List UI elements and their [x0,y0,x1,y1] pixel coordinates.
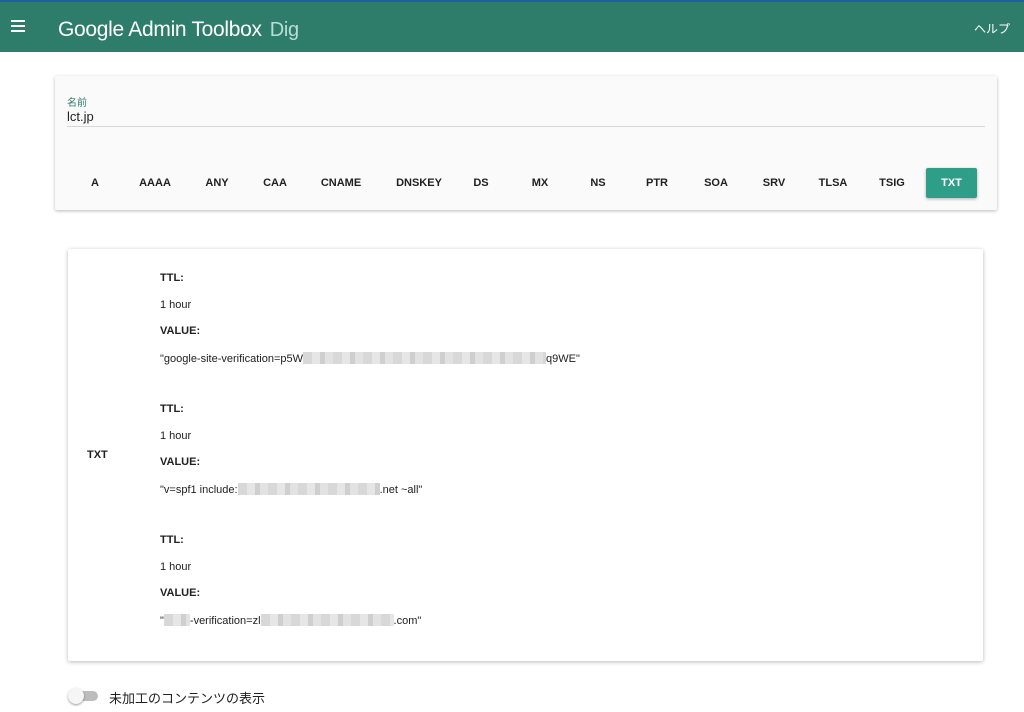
help-link[interactable]: ヘルプ [974,20,1010,37]
redacted-region [237,483,380,495]
record-value-end: .com" [393,615,422,627]
type-button-mx[interactable]: MX [514,168,566,198]
record-value-end: .net ~all" [379,484,423,496]
result-card: TXT TTL: 1 hour VALUE: "google-site-veri… [68,249,983,661]
app-bar: Google Admin Toolbox Dig ヘルプ [0,0,1024,52]
type-button-caa[interactable]: CAA [249,168,301,198]
name-input[interactable] [67,107,985,127]
type-button-ns[interactable]: NS [572,168,624,198]
type-button-dnskey[interactable]: DNSKEY [382,168,456,198]
ttl-value: 1 hour [160,299,192,311]
app-subtitle: Dig [269,19,299,41]
app-title: Google Admin Toolbox Dig [58,18,299,42]
type-button-tlsa[interactable]: TLSA [807,168,859,198]
app-title-text: Google Admin Toolbox [58,18,262,41]
type-button-txt[interactable]: TXT [926,168,977,198]
record-value: "google-site-verification=p5W q9WE" [160,352,580,365]
type-button-ptr[interactable]: PTR [631,168,683,198]
result-record-type: TXT [87,449,108,461]
type-button-a[interactable]: A [69,168,121,198]
type-button-aaaa[interactable]: AAAA [127,168,183,198]
type-button-cname[interactable]: CNAME [306,168,376,198]
raw-content-toggle[interactable] [68,688,98,704]
menu-icon[interactable] [8,14,30,36]
type-button-soa[interactable]: SOA [690,168,742,198]
ttl-label: TTL: [160,272,184,284]
ttl-value: 1 hour [160,430,192,442]
value-label: VALUE: [160,325,201,337]
ttl-label: TTL: [160,403,184,415]
type-button-ds[interactable]: DS [455,168,507,198]
type-button-tsig[interactable]: TSIG [866,168,918,198]
redacted-region [260,614,394,626]
type-button-any[interactable]: ANY [191,168,243,198]
record-value: "v=spf1 include: .net ~all" [160,483,422,496]
redacted-region [303,352,546,364]
type-button-srv[interactable]: SRV [748,168,800,198]
query-card: 名前 A AAAA ANY CAA CNAME DNSKEY DS MX NS … [55,76,997,210]
raw-content-toggle-label: 未加工のコンテンツの表示 [109,691,266,706]
value-label: VALUE: [160,456,201,468]
redacted-region [163,614,190,626]
ttl-value: 1 hour [160,561,192,573]
value-label: VALUE: [160,587,201,599]
record-value-start: "v=spf1 include: [160,484,238,496]
record-value-middle: -verification=zl [189,615,261,627]
record-value-start: "google-site-verification=p5W [160,353,303,365]
ttl-label: TTL: [160,534,184,546]
record-value-end: q9WE" [546,353,580,365]
record-value: " -verification=zl .com" [160,614,421,627]
toggle-thumb [68,688,84,704]
